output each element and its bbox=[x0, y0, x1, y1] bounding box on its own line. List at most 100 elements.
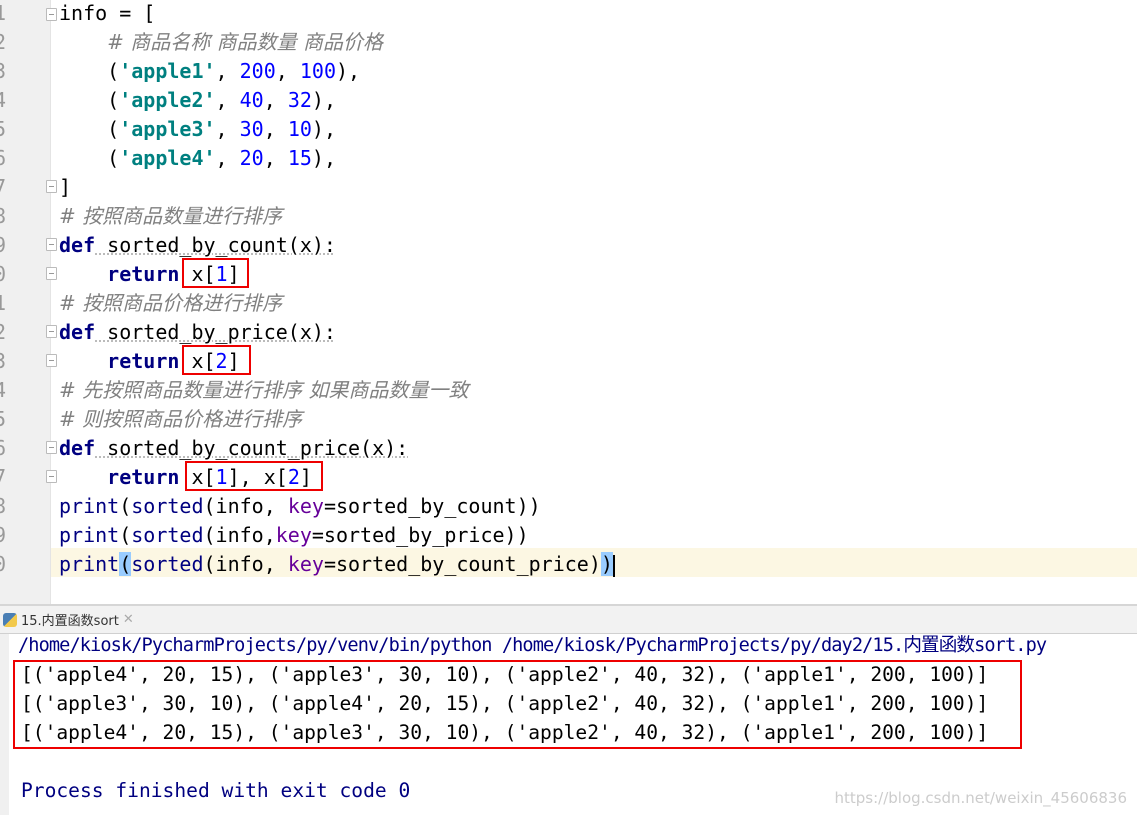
code-line[interactable]: print(sorted(info, key=sorted_by_count_p… bbox=[59, 550, 615, 579]
run-tab-label: 15.内置函数sort bbox=[21, 614, 119, 629]
watermark: https://blog.csdn.net/weixin_45606836 bbox=[834, 789, 1127, 807]
annotation-box bbox=[182, 345, 251, 375]
line-number: 5 bbox=[0, 115, 6, 144]
annotation-box bbox=[182, 258, 249, 288]
fold-marker-icon[interactable] bbox=[46, 441, 57, 454]
code-token: , bbox=[215, 59, 240, 83]
line-number: 3 bbox=[0, 57, 6, 86]
code-comment: # 商品名称 商品数量 商品价格 bbox=[107, 30, 384, 54]
text-cursor bbox=[612, 554, 615, 577]
code-editor[interactable]: 1234567891011121314151617181920 info = [… bbox=[0, 0, 1137, 604]
line-number: 17 bbox=[0, 463, 6, 492]
code-comment: # 按照商品数量进行排序 bbox=[59, 204, 283, 228]
fold-marker-icon[interactable] bbox=[46, 238, 57, 251]
code-token: ( bbox=[119, 523, 132, 547]
code-token: key bbox=[287, 552, 324, 576]
code-token: 'apple2' bbox=[119, 88, 216, 112]
code-token: ) bbox=[600, 552, 613, 576]
code-token: def bbox=[59, 233, 96, 257]
code-line[interactable]: # 商品名称 商品数量 商品价格 bbox=[59, 28, 383, 57]
code-line[interactable]: print(sorted(info,key=sorted_by_price)) bbox=[59, 521, 529, 550]
line-number: 16 bbox=[0, 434, 6, 463]
code-line[interactable]: # 按照商品数量进行排序 bbox=[59, 202, 282, 231]
code-token: (info, bbox=[203, 523, 276, 547]
code-token: 'apple4' bbox=[119, 146, 216, 170]
code-token: , bbox=[215, 88, 240, 112]
code-line[interactable]: def sorted_by_price(x): bbox=[59, 318, 336, 347]
code-token: return bbox=[107, 465, 180, 489]
code-token: (info, bbox=[203, 552, 288, 576]
code-line[interactable]: # 则按照商品价格进行排序 bbox=[59, 405, 302, 434]
code-token: sorted bbox=[131, 494, 204, 518]
code-token: 40 bbox=[239, 88, 264, 112]
line-number: 8 bbox=[0, 202, 6, 231]
code-comment: # 则按照商品价格进行排序 bbox=[59, 407, 303, 431]
code-line[interactable]: def sorted_by_count(x): bbox=[59, 231, 336, 260]
code-token: def bbox=[59, 320, 96, 344]
code-token: info = [ bbox=[59, 1, 156, 25]
exit-message: Process finished with exit code 0 bbox=[21, 779, 411, 802]
fold-marker-icon[interactable] bbox=[46, 325, 57, 338]
code-comment: # 按照商品价格进行排序 bbox=[59, 291, 283, 315]
code-line[interactable]: ] bbox=[59, 173, 71, 202]
line-number: 20 bbox=[0, 550, 6, 579]
code-line[interactable]: # 先按照商品数量进行排序 如果商品数量一致 bbox=[59, 376, 468, 405]
code-token: , bbox=[263, 146, 288, 170]
line-number: 13 bbox=[0, 347, 6, 376]
code-token: 'apple1' bbox=[119, 59, 216, 83]
fold-marker-icon[interactable] bbox=[46, 354, 57, 367]
close-icon[interactable]: ✕ bbox=[123, 612, 134, 627]
run-tab[interactable]: 15.内置函数sort ✕ bbox=[3, 610, 134, 629]
code-token: ), bbox=[311, 88, 337, 112]
code-line[interactable]: info = [ bbox=[59, 0, 155, 28]
code-token: sorted bbox=[131, 552, 204, 576]
code-token: return bbox=[107, 262, 180, 286]
code-token: ( bbox=[59, 59, 120, 83]
code-line[interactable]: def sorted_by_count_price(x): bbox=[59, 434, 408, 463]
code-token: ), bbox=[311, 146, 337, 170]
line-number: 18 bbox=[0, 492, 6, 521]
code-token: (info, bbox=[203, 494, 288, 518]
code-token: 'apple3' bbox=[119, 117, 216, 141]
fold-marker-icon[interactable] bbox=[46, 470, 57, 483]
line-number: 19 bbox=[0, 521, 6, 550]
code-line[interactable]: ('apple2', 40, 32), bbox=[59, 86, 336, 115]
line-number: 6 bbox=[0, 144, 6, 173]
fold-marker-icon[interactable] bbox=[46, 8, 57, 21]
code-token: 30 bbox=[239, 117, 264, 141]
code-line[interactable]: ('apple4', 20, 15), bbox=[59, 144, 336, 173]
code-token: , bbox=[215, 117, 240, 141]
fold-marker-icon[interactable] bbox=[46, 267, 57, 280]
run-command: /home/kiosk/PycharmProjects/py/venv/bin/… bbox=[18, 635, 1047, 656]
code-token: print bbox=[59, 494, 120, 518]
code-line[interactable]: ('apple3', 30, 10), bbox=[59, 115, 336, 144]
code-token: ( bbox=[59, 146, 120, 170]
code-token: key bbox=[275, 523, 312, 547]
output-gutter bbox=[0, 634, 9, 815]
code-token: key bbox=[287, 494, 324, 518]
line-number: 7 bbox=[0, 173, 6, 202]
code-line[interactable]: # 按照商品价格进行排序 bbox=[59, 289, 282, 318]
line-number: 15 bbox=[0, 405, 6, 434]
code-line[interactable]: ('apple1', 200, 100), bbox=[59, 57, 360, 86]
code-token: ( bbox=[59, 117, 120, 141]
code-token: ), bbox=[335, 59, 361, 83]
code-token: ), bbox=[311, 117, 337, 141]
code-token: =sorted_by_count_price) bbox=[323, 552, 601, 576]
code-token: =sorted_by_count)) bbox=[323, 494, 541, 518]
python-icon bbox=[3, 612, 17, 627]
line-number: 2 bbox=[0, 28, 6, 57]
line-number-gutter: 1234567891011121314151617181920 bbox=[0, 0, 51, 604]
line-number: 4 bbox=[0, 86, 6, 115]
line-number: 12 bbox=[0, 318, 6, 347]
line-number: 10 bbox=[0, 260, 6, 289]
code-token: sorted_by_count_price(x): bbox=[95, 436, 409, 460]
code-token: return bbox=[107, 349, 180, 373]
fold-marker-icon[interactable] bbox=[46, 180, 57, 193]
code-line[interactable]: print(sorted(info, key=sorted_by_count)) bbox=[59, 492, 541, 521]
line-number: 14 bbox=[0, 376, 6, 405]
